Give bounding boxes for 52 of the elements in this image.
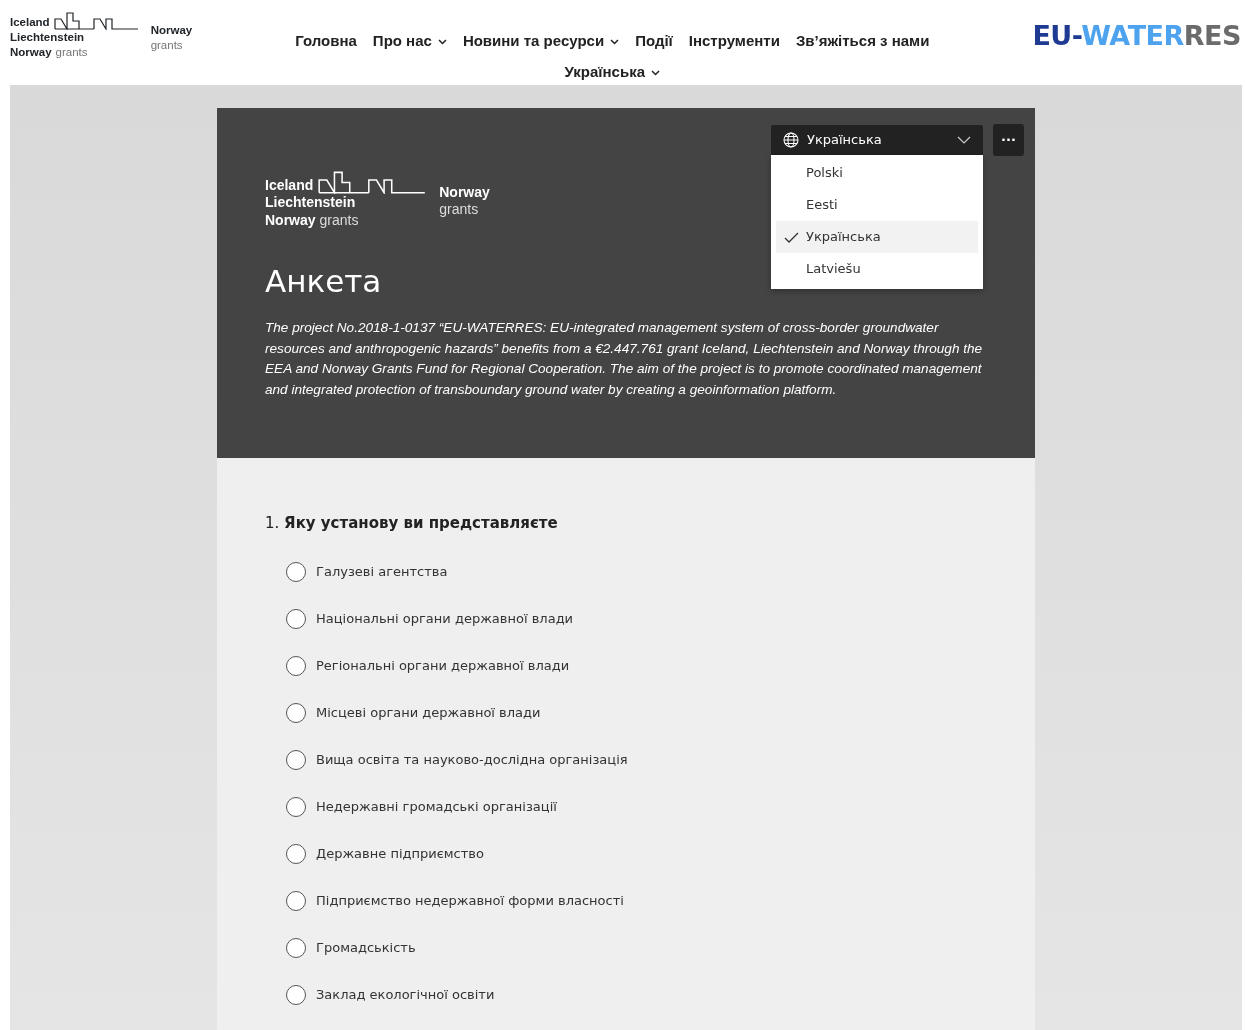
radio-button[interactable] [286, 656, 306, 676]
check-icon [784, 231, 799, 243]
option-label: Місцеві органи державної влади [316, 704, 541, 723]
logo-text: grants [55, 45, 88, 60]
option-label: Галузеві агентства [316, 563, 448, 582]
logo-text: Norway [10, 45, 52, 60]
radio-button[interactable] [286, 797, 306, 817]
option-label: Заклад екологічної освіти [316, 986, 495, 1005]
radio-button[interactable] [286, 985, 306, 1005]
radio-button[interactable] [286, 750, 306, 770]
logo-text: Norway [150, 23, 193, 38]
nav-link[interactable]: Події [635, 30, 673, 53]
radio-button[interactable] [286, 844, 306, 864]
nav-link[interactable]: Про нас [372, 30, 447, 53]
form-description: The project No.2018-1-0137 “EU-WATERRES: EU-integrated management system of cross-border groundwater resources and anthropogenic hazards” benefits from a €2.447.761 grant Iceland, Liechtenstein and Norway through the EEA and Norway Grants Fund for Regional Cooperation. The aim of the project is to promote coordinated management and integrated protection of transboundary ground water by creating a geoinformation platform. [265, 319, 984, 399]
option-label: Підприємство недержавної форми власності [316, 892, 624, 911]
logo-text: Liechtenstein [265, 194, 356, 212]
language-option[interactable]: Українська [776, 221, 978, 253]
nav-link[interactable]: Інструменти [688, 30, 780, 53]
option-label: Громадськість [316, 939, 416, 958]
logo-text: Liechtenstein [10, 30, 85, 45]
language-option[interactable]: Eesti [776, 189, 978, 221]
radio-button[interactable] [286, 609, 306, 629]
logo-text: Iceland [10, 15, 50, 30]
option-label: Національні органи державної влади [316, 610, 574, 629]
logo-text: Norway [265, 211, 316, 229]
nav-link[interactable]: Головна [295, 30, 357, 53]
logo-text: grants [319, 211, 359, 229]
radio-button[interactable] [286, 562, 306, 582]
radio-button[interactable] [286, 703, 306, 723]
option-label: Державне підприємство [316, 845, 484, 864]
logo-text: grants [439, 201, 480, 219]
globe-icon [783, 132, 799, 148]
language-option[interactable]: Latviešu [776, 253, 978, 285]
form-title: Анкета [265, 263, 382, 301]
logo-text: Iceland [265, 176, 314, 194]
option-label: Вища освіта та науково-дослідна організація [316, 751, 628, 770]
nav-link[interactable]: Новини та ресурси [462, 30, 620, 53]
question-title: 1. Яку установу ви представляєте [265, 513, 559, 534]
radio-button[interactable] [286, 891, 306, 911]
option-label: Недержавні громадські організації [316, 798, 557, 817]
nav-link[interactable]: Українська [564, 60, 661, 83]
brand-logo: EU-WATERRES [1032, 19, 1241, 53]
option-label: Регіональні органи державної влади [316, 657, 570, 676]
logo-text: grants [150, 38, 184, 53]
language-option[interactable]: Polski [776, 157, 978, 189]
language-select[interactable]: Українська [771, 125, 983, 155]
radio-button[interactable] [286, 938, 306, 958]
chevron-icon [957, 136, 971, 144]
more-button[interactable]: ··· [993, 124, 1024, 156]
logo-text: Norway [439, 183, 490, 201]
nav-link[interactable]: Зв’яжіться з нами [795, 30, 930, 53]
